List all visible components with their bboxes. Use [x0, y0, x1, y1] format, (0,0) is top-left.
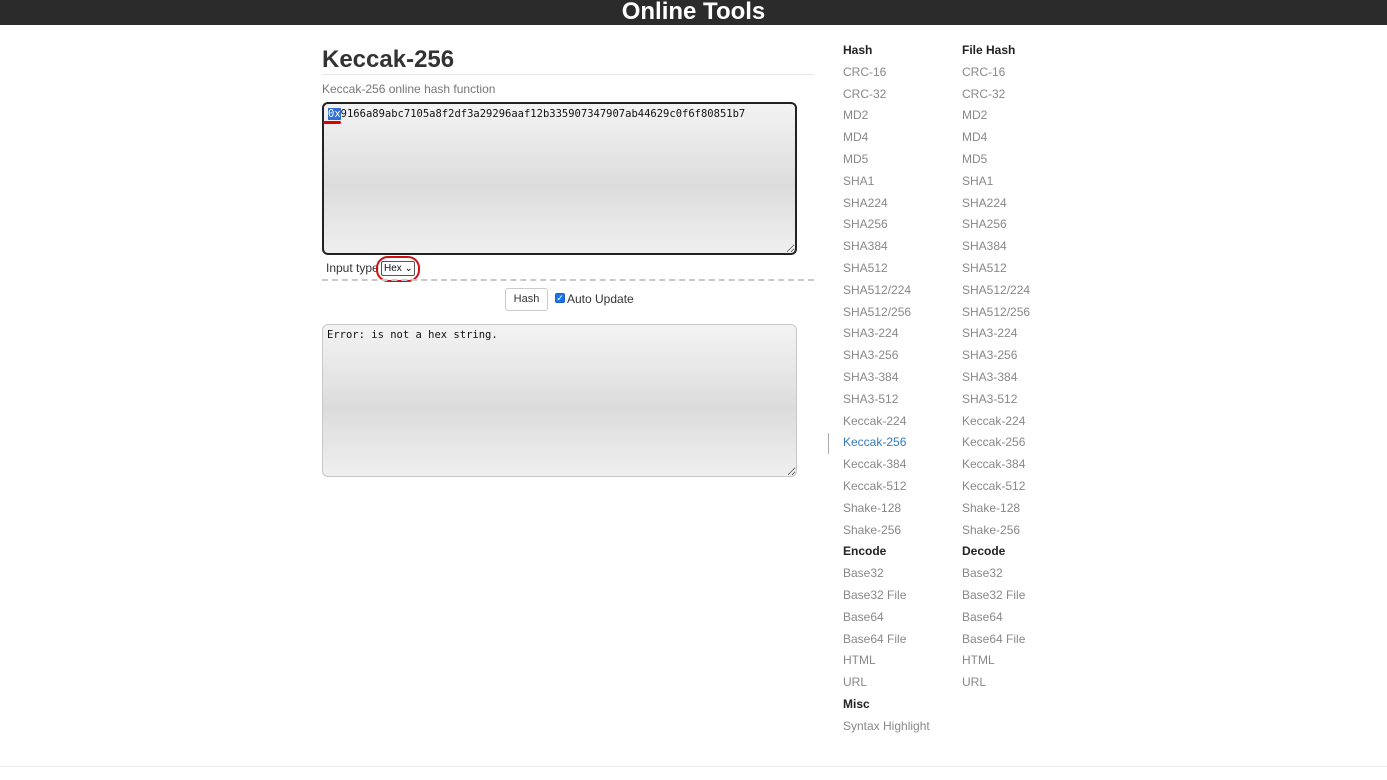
nav-link-keccak-512[interactable]: Keccak-512	[962, 476, 1030, 498]
input-textarea[interactable]: 0x9166a89abc7105a8f2df3a29296aaf12b33590…	[322, 102, 797, 255]
nav-link-base64-file[interactable]: Base64 File	[962, 629, 1030, 651]
input-hex-value: 9166a89abc7105a8f2df3a29296aaf12b3359073…	[340, 108, 746, 120]
nav-link-shake-128[interactable]: Shake-128	[843, 498, 930, 520]
nav-link-sha512[interactable]: SHA512	[843, 258, 930, 280]
auto-update-label[interactable]: Auto Update	[567, 292, 634, 306]
nav-heading-misc: Misc	[843, 696, 870, 711]
nav-link-sha3-224[interactable]: SHA3-224	[962, 323, 1030, 345]
nav-link-md5[interactable]: MD5	[843, 149, 930, 171]
nav-link-sha224[interactable]: SHA224	[962, 193, 1030, 215]
nav-link-sha512[interactable]: SHA512	[962, 258, 1030, 280]
title-divider	[322, 74, 814, 75]
selected-prefix: 0x	[328, 108, 341, 120]
footer-divider	[0, 766, 1387, 767]
nav-link-sha3-256[interactable]: SHA3-256	[843, 345, 930, 367]
nav-link-md5[interactable]: MD5	[962, 149, 1030, 171]
nav-heading-file-hash: File Hash	[962, 43, 1016, 57]
nav-link-md4[interactable]: MD4	[843, 127, 930, 149]
nav-link-crc-16[interactable]: CRC-16	[962, 62, 1030, 84]
nav-link-shake-128[interactable]: Shake-128	[962, 498, 1030, 520]
nav-link-sha3-384[interactable]: SHA3-384	[962, 367, 1030, 389]
nav-heading-decode: Decode	[962, 544, 1006, 559]
nav-link-base32-file[interactable]: Base32 File	[962, 585, 1030, 607]
nav-link-crc-32[interactable]: CRC-32	[843, 84, 930, 106]
nav-link-keccak-224[interactable]: Keccak-224	[843, 411, 930, 433]
output-textarea[interactable]: Error: is not a hex string.	[322, 324, 797, 477]
nav-link-base64[interactable]: Base64	[962, 607, 1030, 629]
nav-column-left: Hash CRC-16 CRC-32 MD2 MD4 MD5 SHA1 SHA224 SHA25…	[843, 40, 930, 738]
top-bar: Online Tools	[0, 0, 1387, 25]
nav-link-base32[interactable]: Base32	[962, 563, 1030, 585]
nav-link-keccak-384[interactable]: Keccak-384	[962, 454, 1030, 476]
nav-link-sha512-224[interactable]: SHA512/224	[962, 280, 1030, 302]
nav-link-base32-file[interactable]: Base32 File	[843, 585, 930, 607]
dashed-divider	[322, 279, 814, 281]
nav-link-sha1[interactable]: SHA1	[962, 171, 1030, 193]
nav-link-keccak-256[interactable]: Keccak-256	[843, 432, 930, 454]
nav-link-shake-256[interactable]: Shake-256	[962, 520, 1030, 542]
nav-link-sha256[interactable]: SHA256	[843, 214, 930, 236]
nav-link-md2[interactable]: MD2	[843, 105, 930, 127]
nav-link-html[interactable]: HTML	[962, 650, 1030, 672]
page-title: Keccak-256	[322, 46, 455, 73]
page-subtitle: Keccak-256 online hash function	[322, 82, 496, 96]
nav-link-sha3-384[interactable]: SHA3-384	[843, 367, 930, 389]
nav-link-keccak-224[interactable]: Keccak-224	[962, 411, 1030, 433]
nav-link-crc-16[interactable]: CRC-16	[843, 62, 930, 84]
nav-link-syntax-highlight[interactable]: Syntax Highlight	[843, 716, 930, 738]
nav-link-md2[interactable]: MD2	[962, 105, 1030, 127]
nav-link-base64-file[interactable]: Base64 File	[843, 629, 930, 651]
nav-link-html[interactable]: HTML	[843, 650, 930, 672]
nav-link-sha512-224[interactable]: SHA512/224	[843, 280, 930, 302]
nav-link-keccak-512[interactable]: Keccak-512	[843, 476, 930, 498]
nav-link-base64[interactable]: Base64	[843, 607, 930, 629]
nav-link-keccak-384[interactable]: Keccak-384	[843, 454, 930, 476]
nav-link-sha1[interactable]: SHA1	[843, 171, 930, 193]
nav-column-right: File Hash CRC-16 CRC-32 MD2 MD4 MD5 SHA1 SHA224…	[962, 40, 1030, 694]
nav-link-crc-32[interactable]: CRC-32	[962, 84, 1030, 106]
nav-link-base32[interactable]: Base32	[843, 563, 930, 585]
site-title[interactable]: Online Tools	[0, 0, 1387, 26]
nav-link-sha384[interactable]: SHA384	[843, 236, 930, 258]
nav-link-sha3-512[interactable]: SHA3-512	[843, 389, 930, 411]
nav-link-sha512-256[interactable]: SHA512/256	[843, 302, 930, 324]
nav-heading-hash: Hash	[843, 43, 873, 57]
nav-link-sha3-512[interactable]: SHA3-512	[962, 389, 1030, 411]
nav-link-shake-256[interactable]: Shake-256	[843, 520, 930, 542]
nav-heading-encode: Encode	[843, 544, 887, 559]
auto-update-checkbox[interactable]: ✓	[555, 293, 565, 303]
nav-link-sha256[interactable]: SHA256	[962, 214, 1030, 236]
nav-link-url[interactable]: URL	[962, 672, 1030, 694]
hash-button[interactable]: Hash	[505, 288, 548, 311]
input-type-label: Input type	[326, 261, 379, 275]
active-indicator	[828, 433, 829, 454]
nav-link-md4[interactable]: MD4	[962, 127, 1030, 149]
nav-link-keccak-256[interactable]: Keccak-256	[962, 432, 1030, 454]
nav-link-url[interactable]: URL	[843, 672, 930, 694]
annotation-underline	[323, 121, 341, 124]
nav-link-sha3-224[interactable]: SHA3-224	[843, 323, 930, 345]
nav-link-sha384[interactable]: SHA384	[962, 236, 1030, 258]
nav-link-sha224[interactable]: SHA224	[843, 193, 930, 215]
nav-link-sha512-256[interactable]: SHA512/256	[962, 302, 1030, 324]
nav-link-sha3-256[interactable]: SHA3-256	[962, 345, 1030, 367]
